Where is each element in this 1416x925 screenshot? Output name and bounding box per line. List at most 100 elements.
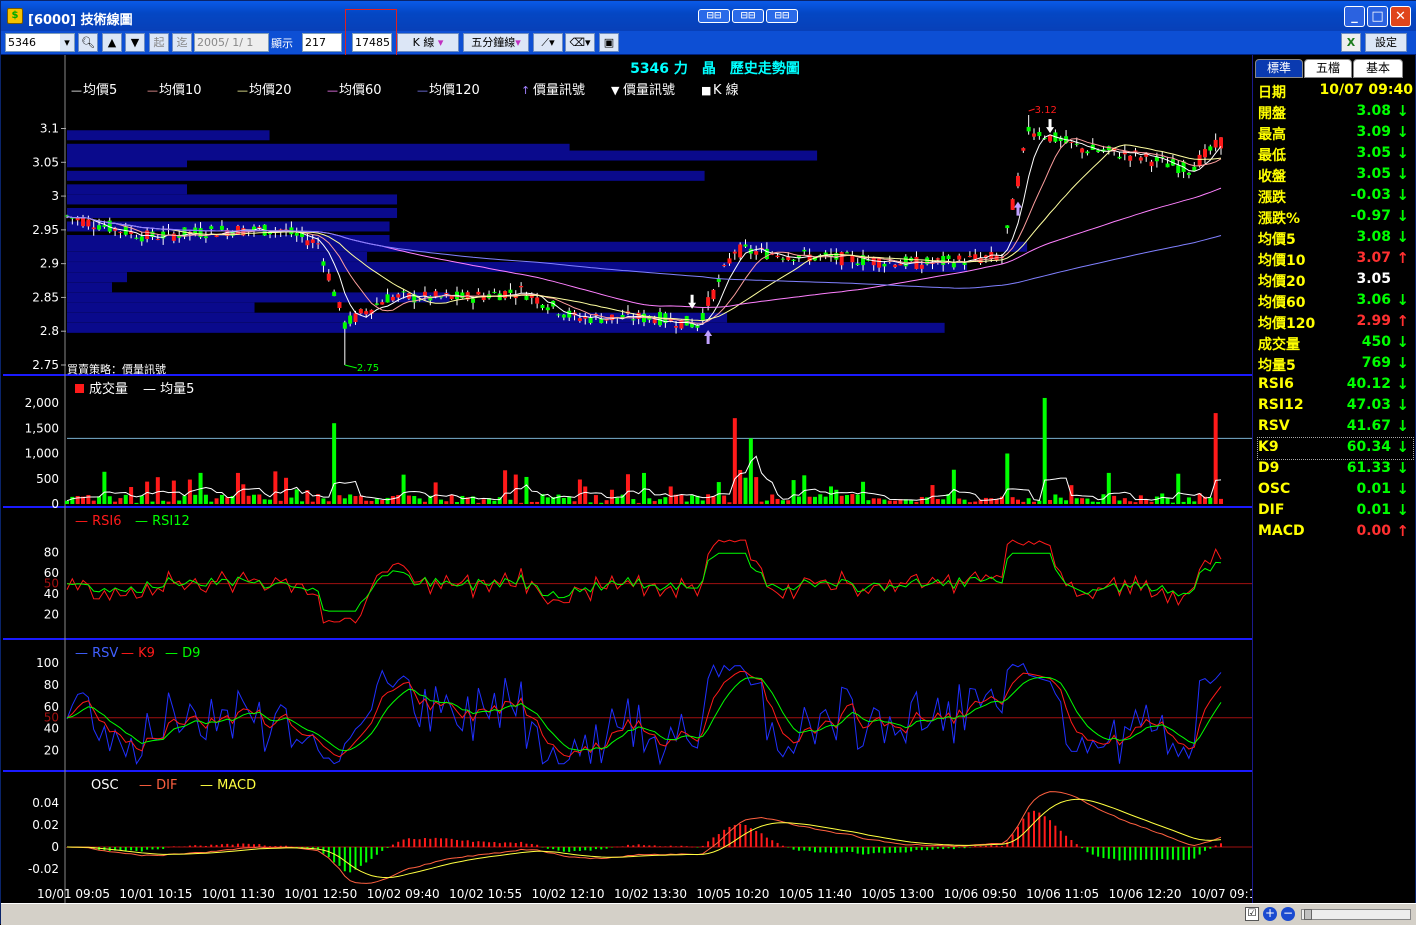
- osc-bar: [279, 845, 282, 847]
- osc-bar: [1097, 847, 1100, 857]
- tab-basic[interactable]: 基本: [1353, 59, 1403, 78]
- tab-five-levels[interactable]: 五檔: [1304, 59, 1352, 78]
- osc-bar: [589, 847, 592, 851]
- volume-bar: [967, 502, 972, 504]
- osc-bar: [536, 844, 539, 847]
- osc-bar: [963, 847, 966, 849]
- osc-bar: [610, 847, 613, 848]
- price-tick-label: 3: [51, 189, 59, 203]
- volume-bar: [1112, 495, 1117, 504]
- excel-button[interactable]: X: [1341, 33, 1361, 52]
- volume-bar: [1122, 498, 1127, 504]
- candle: [1015, 172, 1020, 189]
- layout-button-3[interactable]: ⊟⊟: [766, 9, 798, 23]
- candle: [738, 242, 743, 260]
- quote-row-RSI6: RSI6 40.12 ↓: [1258, 375, 1413, 396]
- candle-body: [476, 291, 481, 295]
- low-leader: [344, 364, 357, 369]
- eraser-button[interactable]: ⌫▾: [565, 33, 595, 52]
- osc-bar: [391, 844, 394, 847]
- osc-bar: [862, 847, 865, 855]
- legend-marker: —: [417, 84, 428, 97]
- title-bar[interactable]: $ [6000] 技術線圖 ⊟⊟ ⊟⊟ ⊟⊟ _ □ ✕: [1, 1, 1416, 31]
- osc-bar: [1113, 847, 1116, 859]
- volume-bar: [535, 501, 540, 504]
- volume-legend-label: — 均量5: [143, 382, 194, 397]
- volume-bar: [930, 485, 935, 504]
- zoom-out-button[interactable]: −: [1281, 907, 1295, 921]
- symbol-select[interactable]: 5346 ▾: [5, 33, 75, 52]
- tab-standard[interactable]: 標準: [1255, 59, 1303, 78]
- macd-tick-label: -0.02: [28, 862, 59, 876]
- rsi-legend-label: — RSI6: [75, 514, 122, 529]
- volume-bar: [1026, 498, 1031, 504]
- start-button[interactable]: 起: [149, 33, 169, 52]
- period-dropdown[interactable]: 五分鐘線▾: [463, 33, 529, 52]
- volume-bar: [759, 501, 764, 504]
- volume-bar: [1042, 397, 1047, 504]
- candle: [914, 251, 919, 270]
- quote-label: 漲跌: [1258, 190, 1286, 206]
- zoom-in-button[interactable]: +: [1263, 907, 1277, 921]
- close-button[interactable]: ✕: [1390, 6, 1411, 27]
- technical-chart[interactable]: 5346 力 晶 歷史走勢圖— 均價5— 均價10— 均價20— 均價60— 均價120 ↑…: [3, 55, 1264, 903]
- candle-body: [1037, 131, 1042, 137]
- osc-bar: [172, 846, 175, 847]
- volume-bar: [1090, 501, 1095, 504]
- volume-bar: [422, 501, 427, 504]
- osc-bar: [397, 841, 400, 847]
- kd-tick-label: 20: [44, 744, 59, 758]
- candle-body: [390, 296, 395, 301]
- prev-button[interactable]: ▲: [102, 33, 122, 52]
- osc-bar: [675, 846, 678, 847]
- minimize-button[interactable]: _: [1344, 6, 1365, 27]
- candle: [487, 290, 492, 300]
- osc-bar: [669, 845, 672, 847]
- candle-body: [780, 258, 785, 260]
- volume-bar: [690, 495, 695, 504]
- date-field[interactable]: 2005/ 1/ 1: [194, 33, 269, 52]
- candle-body: [1133, 150, 1138, 152]
- price-tick-label: 3.1: [40, 122, 59, 136]
- osc-bar: [520, 841, 523, 847]
- legend-label: 均價10: [159, 83, 202, 98]
- candle-body: [326, 273, 331, 281]
- chart-area[interactable]: 5346 力 晶 歷史走勢圖 — 均價5— 均價10— 均價20— 均價60— 均價120 ↑…: [3, 55, 1264, 903]
- layout-button-2[interactable]: ⊟⊟: [732, 9, 764, 23]
- scroll-slider[interactable]: [1301, 909, 1411, 920]
- volume-profile-bar: [67, 170, 705, 181]
- quote-value: 769: [1361, 355, 1391, 371]
- layout-button-1[interactable]: ⊟⊟: [698, 9, 730, 23]
- volume-bar: [957, 498, 962, 504]
- settings-button[interactable]: 設定: [1365, 33, 1407, 52]
- osc-bar: [1107, 847, 1110, 859]
- chart-type-dropdown[interactable]: K 線 ▾: [397, 33, 459, 52]
- quote-value: 0.00: [1356, 523, 1391, 539]
- osc-bar: [1129, 847, 1132, 861]
- volume-bar: [406, 495, 411, 504]
- print-button[interactable]: ▣: [599, 33, 619, 52]
- osc-bar: [829, 847, 832, 853]
- next-button[interactable]: ▼: [125, 33, 145, 52]
- end-button[interactable]: 迄: [172, 33, 192, 52]
- maximize-button[interactable]: □: [1367, 6, 1388, 27]
- search-button[interactable]: 🔍︎: [78, 33, 98, 52]
- osc-bar: [466, 840, 469, 847]
- slider-handle[interactable]: [1304, 909, 1312, 920]
- osc-bar: [792, 847, 795, 850]
- candle: [1069, 141, 1074, 149]
- volume-bar: [460, 495, 465, 504]
- candle-body: [396, 294, 401, 298]
- checkbox-icon[interactable]: ☑: [1245, 907, 1259, 921]
- volume-bar: [1021, 501, 1026, 504]
- osc-bar: [1102, 847, 1105, 859]
- volume-bar: [941, 499, 946, 504]
- osc-bar: [851, 847, 854, 852]
- osc-bar: [215, 844, 218, 847]
- osc-bar: [252, 844, 255, 847]
- volume-bar: [1085, 498, 1090, 504]
- draw-line-button[interactable]: ⟋▾: [533, 33, 563, 52]
- display-count-input[interactable]: 217: [302, 33, 342, 52]
- volume-bar: [374, 498, 379, 504]
- osc-bar: [578, 847, 581, 851]
